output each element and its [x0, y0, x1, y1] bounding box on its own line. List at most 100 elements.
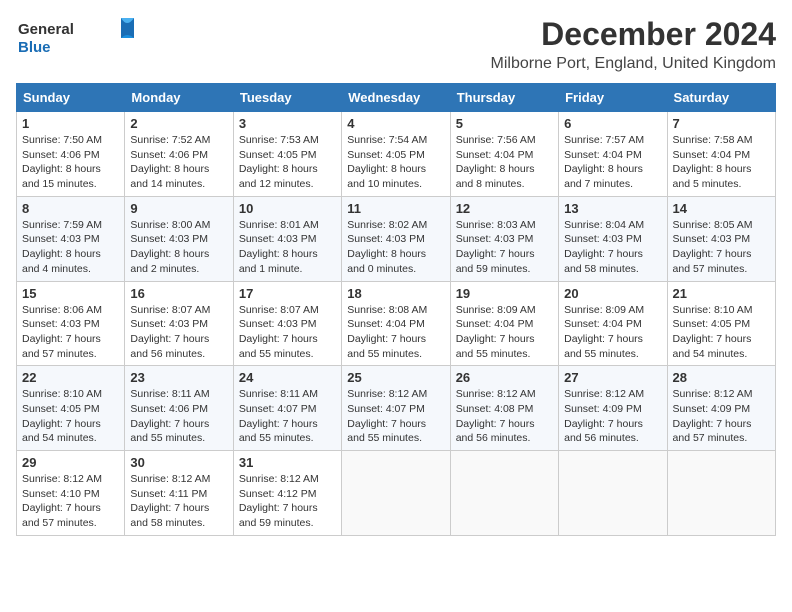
day-number: 8: [22, 201, 119, 216]
calendar-cell: 3 Sunrise: 7:53 AMSunset: 4:05 PMDaylight…: [233, 112, 341, 197]
day-number: 30: [130, 455, 227, 470]
day-info: Sunrise: 8:03 AMSunset: 4:03 PMDaylight:…: [456, 218, 553, 277]
calendar-cell: 9Sunrise: 8:00 AMSunset: 4:03 PMDaylight…: [125, 196, 233, 281]
calendar-header-tuesday: Tuesday: [233, 84, 341, 112]
calendar-cell: 23 Sunrise: 8:11 AMSunset: 4:06 PMDayligh…: [125, 366, 233, 451]
calendar-header-friday: Friday: [559, 84, 667, 112]
day-info: Sunrise: 8:09 AMSunset: 4:04 PMDaylight:…: [564, 303, 661, 362]
day-number: 21: [673, 286, 770, 301]
day-info: Sunrise: 8:12 AMSunset: 4:09 PMDaylight:…: [564, 387, 661, 446]
day-number: 28: [673, 370, 770, 385]
calendar-cell: [342, 451, 450, 536]
calendar-cell: 12 Sunrise: 8:03 AMSunset: 4:03 PMDayligh…: [450, 196, 558, 281]
day-number: 4: [347, 116, 444, 131]
day-info: Sunrise: 8:11 AMSunset: 4:06 PMDaylight:…: [130, 387, 227, 446]
day-info: Sunrise: 8:00 AMSunset: 4:03 PMDaylight:…: [130, 218, 227, 277]
calendar-cell: 17Sunrise: 8:07 AMSunset: 4:03 PMDayligh…: [233, 281, 341, 366]
calendar-cell: [559, 451, 667, 536]
calendar-cell: [667, 451, 775, 536]
day-number: 19: [456, 286, 553, 301]
svg-text:Blue: Blue: [18, 39, 51, 56]
calendar-cell: 8 Sunrise: 7:59 AMSunset: 4:03 PMDaylight…: [17, 196, 125, 281]
day-info: Sunrise: 8:12 AMSunset: 4:09 PMDaylight:…: [673, 387, 770, 446]
day-info: Sunrise: 8:08 AMSunset: 4:04 PMDaylight:…: [347, 303, 444, 362]
day-info: Sunrise: 8:12 AMSunset: 4:08 PMDaylight:…: [456, 387, 553, 446]
day-info: Sunrise: 7:53 AMSunset: 4:05 PMDaylight:…: [239, 133, 336, 192]
calendar-cell: 7 Sunrise: 7:58 AMSunset: 4:04 PMDaylight…: [667, 112, 775, 197]
calendar-cell: 16 Sunrise: 8:07 AMSunset: 4:03 PMDayligh…: [125, 281, 233, 366]
day-number: 22: [22, 370, 119, 385]
logo-icon: General Blue: [16, 16, 136, 58]
calendar-header-wednesday: Wednesday: [342, 84, 450, 112]
calendar-cell: 1 Sunrise: 7:50 AMSunset: 4:06 PMDaylight…: [17, 112, 125, 197]
day-number: 25: [347, 370, 444, 385]
day-info: Sunrise: 8:07 AMSunset: 4:03 PMDaylight:…: [239, 303, 336, 362]
day-info: Sunrise: 8:09 AMSunset: 4:04 PMDaylight:…: [456, 303, 553, 362]
calendar-cell: 13 Sunrise: 8:04 AMSunset: 4:03 PMDayligh…: [559, 196, 667, 281]
calendar-cell: 30 Sunrise: 8:12 AMSunset: 4:11 PMDayligh…: [125, 451, 233, 536]
day-number: 7: [673, 116, 770, 131]
day-number: 11: [347, 201, 444, 216]
day-number: 13: [564, 201, 661, 216]
calendar-table: SundayMondayTuesdayWednesdayThursdayFrid…: [16, 83, 776, 536]
day-info: Sunrise: 7:58 AMSunset: 4:04 PMDaylight:…: [673, 133, 770, 192]
day-number: 23: [130, 370, 227, 385]
calendar-cell: 5Sunrise: 7:56 AMSunset: 4:04 PMDaylight…: [450, 112, 558, 197]
day-info: Sunrise: 8:06 AMSunset: 4:03 PMDaylight:…: [22, 303, 119, 362]
day-info: Sunrise: 7:54 AMSunset: 4:05 PMDaylight:…: [347, 133, 444, 192]
calendar-cell: 14 Sunrise: 8:05 AMSunset: 4:03 PMDayligh…: [667, 196, 775, 281]
page-title: December 2024: [491, 16, 777, 53]
calendar-cell: 15 Sunrise: 8:06 AMSunset: 4:03 PMDayligh…: [17, 281, 125, 366]
day-info: Sunrise: 8:07 AMSunset: 4:03 PMDaylight:…: [130, 303, 227, 362]
day-info: Sunrise: 7:59 AMSunset: 4:03 PMDaylight:…: [22, 218, 119, 277]
page-header: General Blue December 2024 Milborne Port…: [16, 16, 776, 73]
day-info: Sunrise: 8:10 AMSunset: 4:05 PMDaylight:…: [673, 303, 770, 362]
calendar-week-row: 8 Sunrise: 7:59 AMSunset: 4:03 PMDaylight…: [17, 196, 776, 281]
svg-text:General: General: [18, 21, 74, 38]
day-info: Sunrise: 7:57 AMSunset: 4:04 PMDaylight:…: [564, 133, 661, 192]
calendar-cell: 27 Sunrise: 8:12 AMSunset: 4:09 PMDayligh…: [559, 366, 667, 451]
day-number: 1: [22, 116, 119, 131]
calendar-header-monday: Monday: [125, 84, 233, 112]
day-info: Sunrise: 8:12 AMSunset: 4:11 PMDaylight:…: [130, 472, 227, 531]
day-number: 6: [564, 116, 661, 131]
calendar-week-row: 29Sunrise: 8:12 AMSunset: 4:10 PMDayligh…: [17, 451, 776, 536]
calendar-header-thursday: Thursday: [450, 84, 558, 112]
day-info: Sunrise: 8:12 AMSunset: 4:07 PMDaylight:…: [347, 387, 444, 446]
day-info: Sunrise: 8:05 AMSunset: 4:03 PMDaylight:…: [673, 218, 770, 277]
calendar-cell: 19 Sunrise: 8:09 AMSunset: 4:04 PMDayligh…: [450, 281, 558, 366]
day-number: 5: [456, 116, 553, 131]
day-info: Sunrise: 8:12 AMSunset: 4:10 PMDaylight:…: [22, 472, 119, 531]
day-number: 16: [130, 286, 227, 301]
day-number: 27: [564, 370, 661, 385]
calendar-header-saturday: Saturday: [667, 84, 775, 112]
calendar-cell: 11 Sunrise: 8:02 AMSunset: 4:03 PMDayligh…: [342, 196, 450, 281]
day-number: 3: [239, 116, 336, 131]
day-info: Sunrise: 7:50 AMSunset: 4:06 PMDaylight:…: [22, 133, 119, 192]
day-number: 14: [673, 201, 770, 216]
day-number: 15: [22, 286, 119, 301]
calendar-cell: 20Sunrise: 8:09 AMSunset: 4:04 PMDayligh…: [559, 281, 667, 366]
calendar-cell: 21 Sunrise: 8:10 AMSunset: 4:05 PMDayligh…: [667, 281, 775, 366]
day-number: 10: [239, 201, 336, 216]
calendar-week-row: 15 Sunrise: 8:06 AMSunset: 4:03 PMDayligh…: [17, 281, 776, 366]
day-info: Sunrise: 8:02 AMSunset: 4:03 PMDaylight:…: [347, 218, 444, 277]
calendar-week-row: 22Sunrise: 8:10 AMSunset: 4:05 PMDayligh…: [17, 366, 776, 451]
day-number: 31: [239, 455, 336, 470]
calendar-cell: 6 Sunrise: 7:57 AMSunset: 4:04 PMDaylight…: [559, 112, 667, 197]
day-number: 18: [347, 286, 444, 301]
calendar-cell: 25 Sunrise: 8:12 AMSunset: 4:07 PMDayligh…: [342, 366, 450, 451]
day-number: 24: [239, 370, 336, 385]
day-info: Sunrise: 7:52 AMSunset: 4:06 PMDaylight:…: [130, 133, 227, 192]
calendar-cell: 4 Sunrise: 7:54 AMSunset: 4:05 PMDaylight…: [342, 112, 450, 197]
day-number: 12: [456, 201, 553, 216]
calendar-cell: 24 Sunrise: 8:11 AMSunset: 4:07 PMDayligh…: [233, 366, 341, 451]
day-info: Sunrise: 8:12 AMSunset: 4:12 PMDaylight:…: [239, 472, 336, 531]
day-number: 2: [130, 116, 227, 131]
day-info: Sunrise: 8:11 AMSunset: 4:07 PMDaylight:…: [239, 387, 336, 446]
calendar-week-row: 1 Sunrise: 7:50 AMSunset: 4:06 PMDaylight…: [17, 112, 776, 197]
calendar-cell: 2 Sunrise: 7:52 AMSunset: 4:06 PMDaylight…: [125, 112, 233, 197]
calendar-cell: 10Sunrise: 8:01 AMSunset: 4:03 PMDayligh…: [233, 196, 341, 281]
day-info: Sunrise: 8:04 AMSunset: 4:03 PMDaylight:…: [564, 218, 661, 277]
calendar-header-sunday: Sunday: [17, 84, 125, 112]
